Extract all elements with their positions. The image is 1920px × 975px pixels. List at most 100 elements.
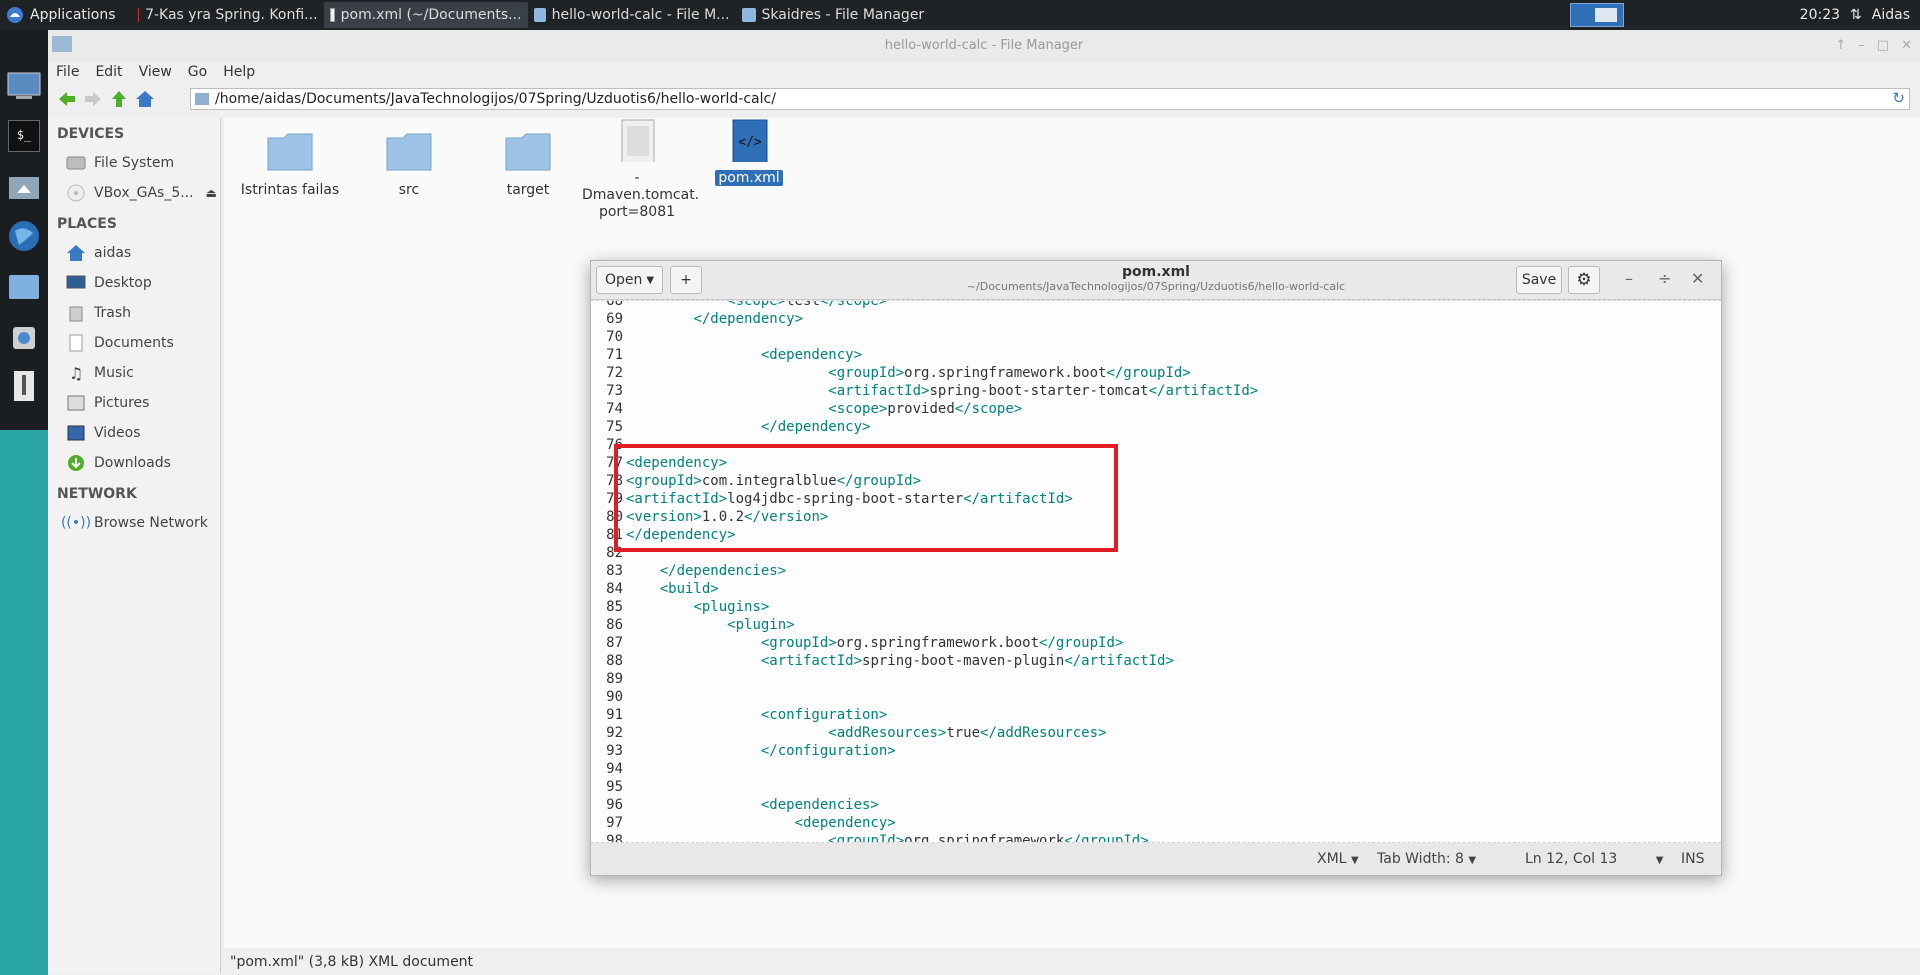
tab-width-selector[interactable]: Tab Width: 8 ▼	[1377, 851, 1476, 867]
forward-button[interactable]	[80, 86, 106, 112]
xml-tag: </configuration>	[760, 743, 896, 759]
language-selector[interactable]: XML ▼	[1317, 851, 1359, 867]
maximize-icon[interactable]: □	[1877, 30, 1889, 62]
code-line[interactable]: 69 </dependency>	[591, 310, 1721, 328]
menu-help[interactable]: Help	[223, 64, 255, 80]
new-tab-button[interactable]: +	[670, 266, 702, 294]
code-line[interactable]: 92 <addResources>true</addResources>	[591, 724, 1721, 742]
path-bar[interactable]: /home/aidas/Documents/JavaTechnologijos/…	[190, 88, 1910, 110]
xml-tag: </dependencies>	[659, 563, 787, 579]
xml-tag: <dependency>	[794, 815, 896, 831]
code-line[interactable]: 90	[591, 688, 1721, 706]
open-button[interactable]: Open ▼	[596, 266, 663, 294]
network-updown-icon[interactable]: ⇅	[1850, 7, 1862, 23]
xml-tag: <dependency>	[760, 347, 863, 363]
file-item-folder[interactable]: target	[473, 130, 583, 199]
task-pom-editor[interactable]: pom.xml (~/Documents...	[323, 2, 528, 28]
file-item-folder[interactable]: src	[354, 130, 464, 199]
up-button[interactable]	[106, 86, 132, 112]
code-line[interactable]: 93 </configuration>	[591, 742, 1721, 760]
code-line[interactable]: 73 <artifactId>spring-boot-starter-tomca…	[591, 382, 1721, 400]
show-desktop-icon[interactable]	[6, 68, 42, 104]
toolbar: /home/aidas/Documents/JavaTechnologijos/…	[48, 84, 1920, 114]
code-line[interactable]: 87 <groupId>org.springframework.boot</gr…	[591, 634, 1721, 652]
back-button[interactable]	[54, 86, 80, 112]
code-line[interactable]: 97 <dependency>	[591, 814, 1721, 832]
system-tray: 20:23 ⇅ Aidas	[1800, 0, 1920, 30]
close-icon[interactable]: ✕	[1901, 30, 1912, 62]
window-up-icon[interactable]: ↑	[1835, 30, 1846, 62]
menu-edit[interactable]: Edit	[95, 64, 122, 80]
file-item-folder[interactable]: Istrintas failas	[235, 130, 345, 199]
sidebar-item-documents[interactable]: Documents	[48, 328, 220, 358]
app-finder-icon[interactable]	[6, 318, 42, 354]
close-icon[interactable]: ✕	[1691, 269, 1704, 288]
sidebar-item-file-system[interactable]: File System	[48, 148, 220, 178]
folder-icon	[505, 133, 551, 171]
language-label: XML	[1317, 851, 1347, 867]
code-text: <groupId>org.springframework.boot</group…	[626, 364, 1190, 382]
sidebar-item-pictures[interactable]: Pictures	[48, 388, 220, 418]
terminal-icon[interactable]: $_	[6, 118, 42, 154]
sidebar-item-home[interactable]: aidas	[48, 238, 220, 268]
cursor-position[interactable]: Ln 12, Col 13 ▼	[1525, 851, 1664, 867]
home-button[interactable]	[132, 86, 158, 112]
code-text: <dependencies>	[626, 796, 879, 814]
code-line[interactable]: 94	[591, 760, 1721, 778]
task-file-manager-calc[interactable]: hello-world-calc - File M...	[528, 2, 736, 28]
code-line[interactable]: 88 <artifactId>spring-boot-maven-plugin<…	[591, 652, 1721, 670]
web-browser-icon[interactable]	[6, 218, 42, 254]
task-file-manager-skaidres[interactable]: Skaidres - File Manager	[736, 2, 948, 28]
sidebar-item-videos[interactable]: Videos	[48, 418, 220, 448]
code-line[interactable]: 70	[591, 328, 1721, 346]
task-label: Skaidres - File Manager	[761, 7, 925, 23]
menu-view[interactable]: View	[139, 64, 172, 80]
save-button[interactable]: Save	[1516, 266, 1562, 294]
code-line[interactable]: 89	[591, 670, 1721, 688]
code-line[interactable]: 98 <groupId>org.springframework</groupId…	[591, 832, 1721, 842]
workspace-switcher[interactable]	[1570, 3, 1624, 27]
code-line[interactable]: 72 <groupId>org.springframework.boot</gr…	[591, 364, 1721, 382]
home-icon	[136, 91, 154, 107]
code-line[interactable]: 96 <dependencies>	[591, 796, 1721, 814]
files-icon[interactable]	[6, 268, 42, 304]
code-line[interactable]: 68 <scope>test</scope>	[591, 301, 1721, 310]
code-text: <scope>test</scope>	[626, 301, 887, 310]
insert-mode[interactable]: INS	[1681, 851, 1705, 867]
sidebar-item-vbox[interactable]: VBox_GAs_5... ⏏	[48, 178, 220, 208]
minimize-icon[interactable]: –	[1858, 30, 1865, 62]
save-label: Save	[1521, 272, 1557, 288]
eject-icon[interactable]: ⏏	[206, 186, 217, 200]
reload-icon[interactable]: ↻	[1892, 89, 1905, 107]
code-line[interactable]: 91 <configuration>	[591, 706, 1721, 724]
sidebar-item-music[interactable]: ♫ Music	[48, 358, 220, 388]
code-line[interactable]: 95	[591, 778, 1721, 796]
menu-go[interactable]: Go	[188, 64, 207, 80]
applications-menu[interactable]: Applications	[0, 0, 122, 30]
home-folder-icon[interactable]	[6, 168, 42, 204]
code-line[interactable]: 85 <plugins>	[591, 598, 1721, 616]
menu-file[interactable]: File	[56, 64, 79, 80]
code-line[interactable]: 71 <dependency>	[591, 346, 1721, 364]
xml-tag: <plugins>	[693, 599, 770, 615]
code-line[interactable]: 83 </dependencies>	[591, 562, 1721, 580]
code-line[interactable]: 74 <scope>provided</scope>	[591, 400, 1721, 418]
code-line[interactable]: 86 <plugin>	[591, 616, 1721, 634]
minimize-icon[interactable]: –	[1625, 269, 1633, 288]
code-editor[interactable]: 68 <scope>test</scope> 69 </dependency> 70…	[591, 300, 1721, 843]
sidebar-item-desktop[interactable]: Desktop	[48, 268, 220, 298]
cursor-position-label: Ln 12, Col 13	[1525, 851, 1618, 867]
code-line[interactable]: 75 </dependency>	[591, 418, 1721, 436]
sidebar-item-trash[interactable]: Trash	[48, 298, 220, 328]
maximize-icon[interactable]: ÷	[1658, 269, 1671, 288]
search-icon[interactable]	[6, 368, 42, 404]
file-item-document[interactable]: - Dmaven.tomcat. port=8081	[582, 118, 699, 221]
sidebar-item-downloads[interactable]: Downloads	[48, 448, 220, 478]
settings-button[interactable]: ⚙	[1568, 266, 1600, 294]
task-pdf[interactable]: 7-Kas yra Spring. Konfi...	[132, 2, 324, 28]
clock[interactable]: 20:23	[1800, 7, 1840, 23]
code-line[interactable]: 84 <build>	[591, 580, 1721, 598]
sidebar-item-browse-network[interactable]: ((•)) Browse Network	[48, 508, 220, 538]
user-name[interactable]: Aidas	[1872, 7, 1910, 23]
file-item-pom-xml[interactable]: </> pom.xml	[694, 118, 804, 187]
